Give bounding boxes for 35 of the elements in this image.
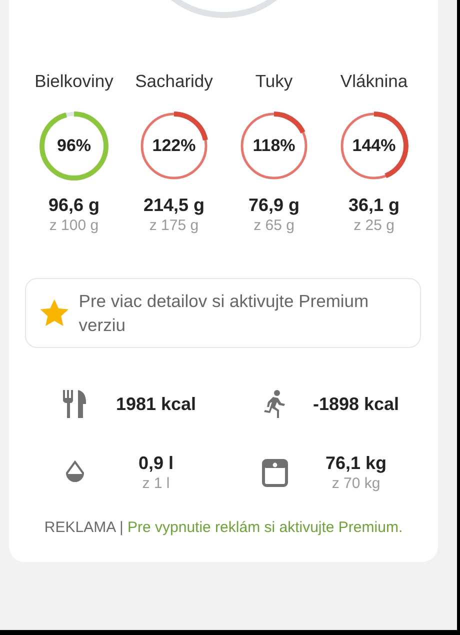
stat-value: -1898 kcal	[312, 393, 400, 415]
progress-ring	[338, 110, 410, 182]
stat-goal: z 1 l	[142, 474, 170, 494]
macro-label: Bielkoviny	[34, 70, 114, 93]
macro-percent: 122%	[151, 136, 197, 156]
progress-ring	[238, 110, 310, 182]
running-icon	[263, 390, 287, 418]
star-icon	[40, 299, 69, 327]
macro-amount: 214,5 g	[143, 194, 205, 216]
scale-icon	[262, 459, 288, 487]
stat-goal: z 70 kg	[332, 474, 380, 494]
macro-goal: z 100 g	[49, 216, 99, 236]
macro-label: Sacharidy	[135, 70, 213, 93]
premium-banner[interactable]: Pre viac detailov si aktivujte Premium verziu	[25, 278, 421, 348]
macro-percent: 144%	[351, 136, 397, 156]
separator: |	[119, 519, 124, 536]
macro-goal: z 175 g	[149, 216, 199, 236]
macro-goal: z 65 g	[254, 216, 294, 236]
progress-ring	[38, 110, 110, 182]
macro-percent: 96%	[56, 136, 92, 156]
stat-value: 0,9 l	[138, 452, 174, 474]
stat-value: 76,1 kg	[325, 452, 387, 474]
macro-amount: 96,6 g	[48, 194, 100, 216]
premium-link[interactable]: Pre vypnutie reklám si aktivujte Premium.	[128, 519, 403, 536]
premium-text: Pre viac detailov si aktivujte Premium verziu	[78, 290, 370, 337]
stat-value: 1981 kcal	[116, 393, 196, 415]
macro-goal: z 25 g	[354, 216, 394, 236]
macro-label: Tuky	[255, 70, 293, 93]
ad-label: REKLAMA	[44, 519, 116, 536]
fork-knife-icon	[62, 390, 88, 418]
macro-label: Vláknina	[340, 70, 408, 93]
macro-percent: 118%	[252, 136, 296, 156]
progress-ring	[138, 110, 210, 182]
macro-amount: 76,9 g	[248, 194, 300, 216]
macro-amount: 36,1 g	[348, 194, 400, 216]
